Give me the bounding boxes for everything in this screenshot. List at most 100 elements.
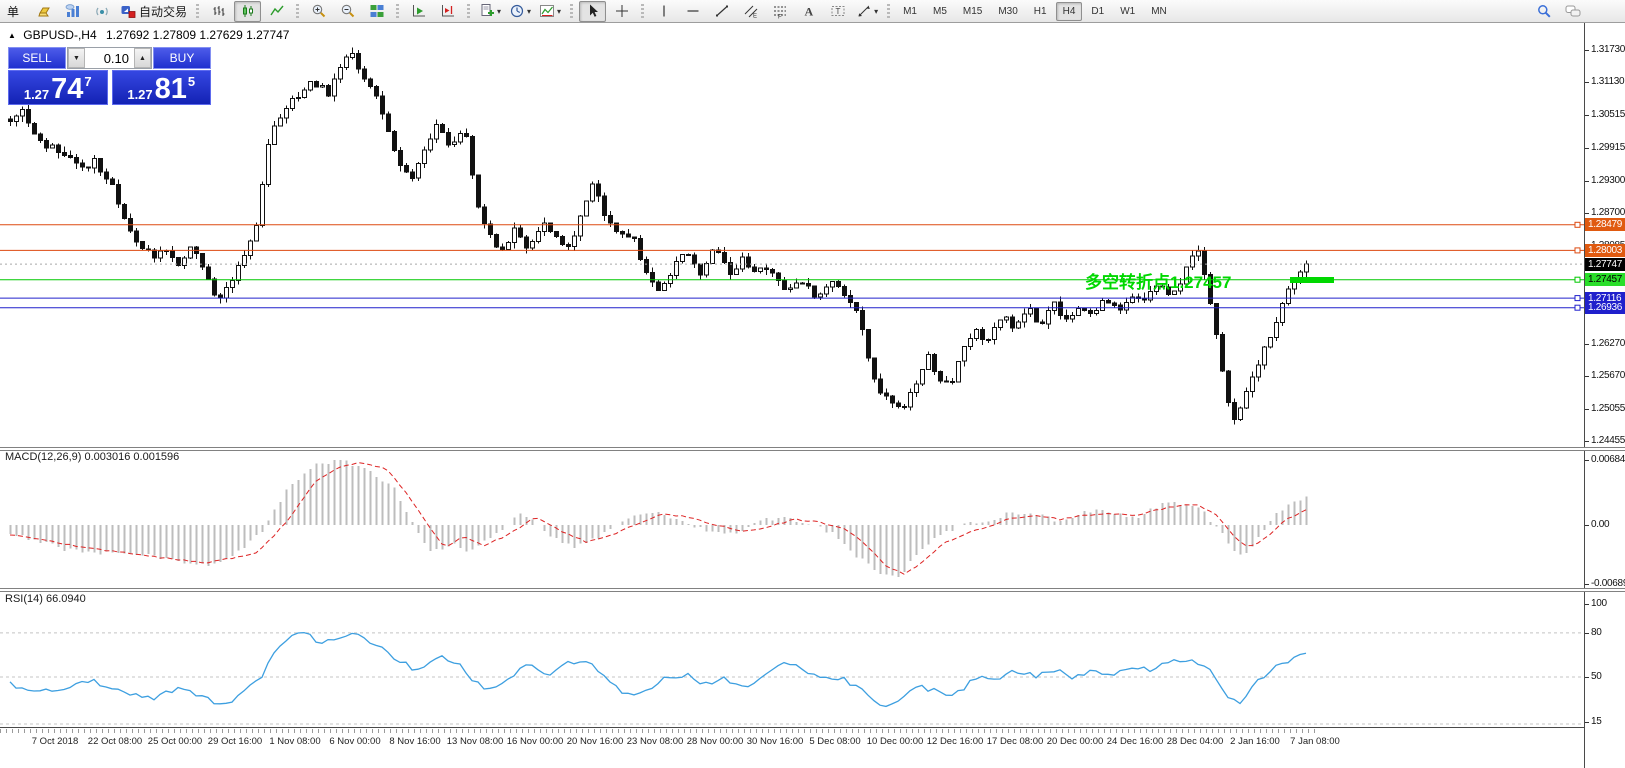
svg-text:F: F <box>778 15 782 20</box>
price-tick-label: 1.25055 <box>1591 403 1625 414</box>
trendline-button[interactable] <box>708 1 735 22</box>
hline-icon <box>685 3 701 19</box>
price-tick-label: 1.25670 <box>1591 370 1625 381</box>
tf-h1-label: H1 <box>1034 6 1047 17</box>
zoom-out-button[interactable] <box>334 1 361 22</box>
periods-button[interactable]: ▾ <box>506 1 534 22</box>
search-button[interactable] <box>1530 1 1557 22</box>
tile-windows-button[interactable] <box>363 1 390 22</box>
chevron-down-icon: ▾ <box>497 7 501 16</box>
pane-separator-rsi[interactable] <box>0 588 1625 592</box>
auto-trading-label: 自动交易 <box>139 3 187 20</box>
level-badge-1.27457[interactable]: 1.27457 <box>1585 273 1625 286</box>
annotation-bar[interactable] <box>1290 277 1334 283</box>
timeframe-tf-w1-button[interactable]: W1 <box>1113 2 1142 21</box>
toolbar: 单自动交易▾▾▾EFAT▾M1M5M15M30H1H4D1W1MN <box>0 0 1625 23</box>
crosshair-button[interactable] <box>608 1 635 22</box>
hline-handle[interactable] <box>1575 248 1580 253</box>
volume-input[interactable] <box>85 48 134 68</box>
timeframe-tf-h4-button[interactable]: H4 <box>1056 2 1083 21</box>
candle-chart-mode-button[interactable] <box>234 1 261 22</box>
fibonacci-button[interactable]: F <box>766 1 793 22</box>
sell-button[interactable]: SELL <box>8 47 66 69</box>
volume-increase-button[interactable]: ▲ <box>134 48 151 68</box>
level-badge-1.26936[interactable]: 1.26936 <box>1585 301 1625 314</box>
rsi-label: RSI(14) 66.0940 <box>5 593 86 605</box>
hline-handle[interactable] <box>1575 296 1580 301</box>
level-badge-1.28479[interactable]: 1.28479 <box>1585 218 1625 231</box>
text-icon: A <box>801 3 817 19</box>
timeframe-tf-m5-button[interactable]: M5 <box>926 2 954 21</box>
cursor-button[interactable] <box>579 1 606 22</box>
timeframe-tf-mn-button[interactable]: MN <box>1144 2 1174 21</box>
zoom-out-icon <box>340 3 356 19</box>
timeframe-tf-h1-button[interactable]: H1 <box>1027 2 1054 21</box>
cursor-icon <box>585 3 601 19</box>
timeframe-tf-m30-button[interactable]: M30 <box>991 2 1024 21</box>
arrows-button[interactable]: ▾ <box>853 1 881 22</box>
auto-scroll-button[interactable] <box>405 1 432 22</box>
buy-price-pip: 5 <box>188 75 195 88</box>
new-order-cut-button[interactable]: 单 <box>1 1 28 22</box>
indicators-icon <box>539 3 555 19</box>
equidistant-channel-button[interactable]: E <box>737 1 764 22</box>
price-tick-label: 1.31730 <box>1591 44 1625 55</box>
pane-separator-macd[interactable] <box>0 447 1625 451</box>
chart-title: ▲ GBPUSD-,H4 1.27692 1.27809 1.27629 1.2… <box>8 28 289 42</box>
chat-icon <box>1565 3 1581 19</box>
time-tick-label: 2 Jan 16:00 <box>1230 736 1280 747</box>
hline-handle[interactable] <box>1575 277 1580 282</box>
new-chart-button[interactable]: ▾ <box>476 1 504 22</box>
market-watch-button[interactable] <box>30 1 57 22</box>
timeframe-tf-m15-button[interactable]: M15 <box>956 2 989 21</box>
line-chart-icon <box>269 3 285 19</box>
horizontal-line-button[interactable] <box>679 1 706 22</box>
chevron-down-icon: ▾ <box>527 7 531 16</box>
tf-m30-label: M30 <box>998 6 1017 17</box>
sell-price-pip: 7 <box>84 75 91 88</box>
vertical-line-button[interactable] <box>650 1 677 22</box>
current-price-badge: 1.27747 <box>1585 258 1625 271</box>
one-click-trading-panel: SELL ▼ ▲ BUY 1.27 74 7 1.27 81 5 <box>8 47 211 105</box>
text-label-button[interactable]: T <box>824 1 851 22</box>
tile-windows-icon <box>369 3 385 19</box>
channel-icon: E <box>743 3 759 19</box>
timeframe-tf-m1-button[interactable]: M1 <box>896 2 924 21</box>
tf-h4-label: H4 <box>1063 6 1076 17</box>
chart-upload-button[interactable] <box>59 1 86 22</box>
new-chart-icon <box>479 3 495 19</box>
price-tick-label: 0.006844 <box>1591 454 1625 465</box>
chevron-down-icon: ▾ <box>557 7 561 16</box>
time-axis: 7 Oct 201822 Oct 08:0025 Oct 00:0029 Oct… <box>0 727 1584 768</box>
buy-price-box[interactable]: 1.27 81 5 <box>112 70 212 105</box>
bar-chart-mode-button[interactable] <box>205 1 232 22</box>
collapse-panel-icon[interactable]: ▲ <box>8 31 16 40</box>
signals-button[interactable] <box>88 1 115 22</box>
chart-area[interactable]: ▲ GBPUSD-,H4 1.27692 1.27809 1.27629 1.2… <box>0 23 1625 768</box>
candles-chart-icon <box>240 3 256 19</box>
annotation-text[interactable]: 多空转折点1.27457 <box>1085 268 1231 293</box>
auto-trading-button[interactable]: 自动交易 <box>117 1 190 22</box>
level-badge-1.28003[interactable]: 1.28003 <box>1585 244 1625 257</box>
time-tick-label: 28 Dec 04:00 <box>1167 736 1224 747</box>
chart-canvas[interactable] <box>0 23 1584 768</box>
autotrade-icon <box>120 3 136 19</box>
price-tick-label: 0.00 <box>1591 519 1609 530</box>
chart-shift-icon <box>440 3 456 19</box>
axis-tick <box>1585 181 1589 182</box>
zoom-in-button[interactable] <box>305 1 332 22</box>
axis-tick <box>1585 409 1589 410</box>
line-chart-mode-button[interactable] <box>263 1 290 22</box>
axis-tick <box>1585 460 1589 461</box>
hline-handle[interactable] <box>1575 222 1580 227</box>
indicators-list-button[interactable]: ▾ <box>536 1 564 22</box>
volume-decrease-button[interactable]: ▼ <box>68 48 85 68</box>
text-button[interactable]: A <box>795 1 822 22</box>
buy-button[interactable]: BUY <box>153 47 211 69</box>
chat-button[interactable] <box>1559 1 1586 22</box>
chart-shift-button[interactable] <box>434 1 461 22</box>
hline-handle[interactable] <box>1575 305 1580 310</box>
sell-price-box[interactable]: 1.27 74 7 <box>8 70 108 105</box>
macd-layer <box>11 460 1307 577</box>
timeframe-tf-d1-button[interactable]: D1 <box>1084 2 1111 21</box>
